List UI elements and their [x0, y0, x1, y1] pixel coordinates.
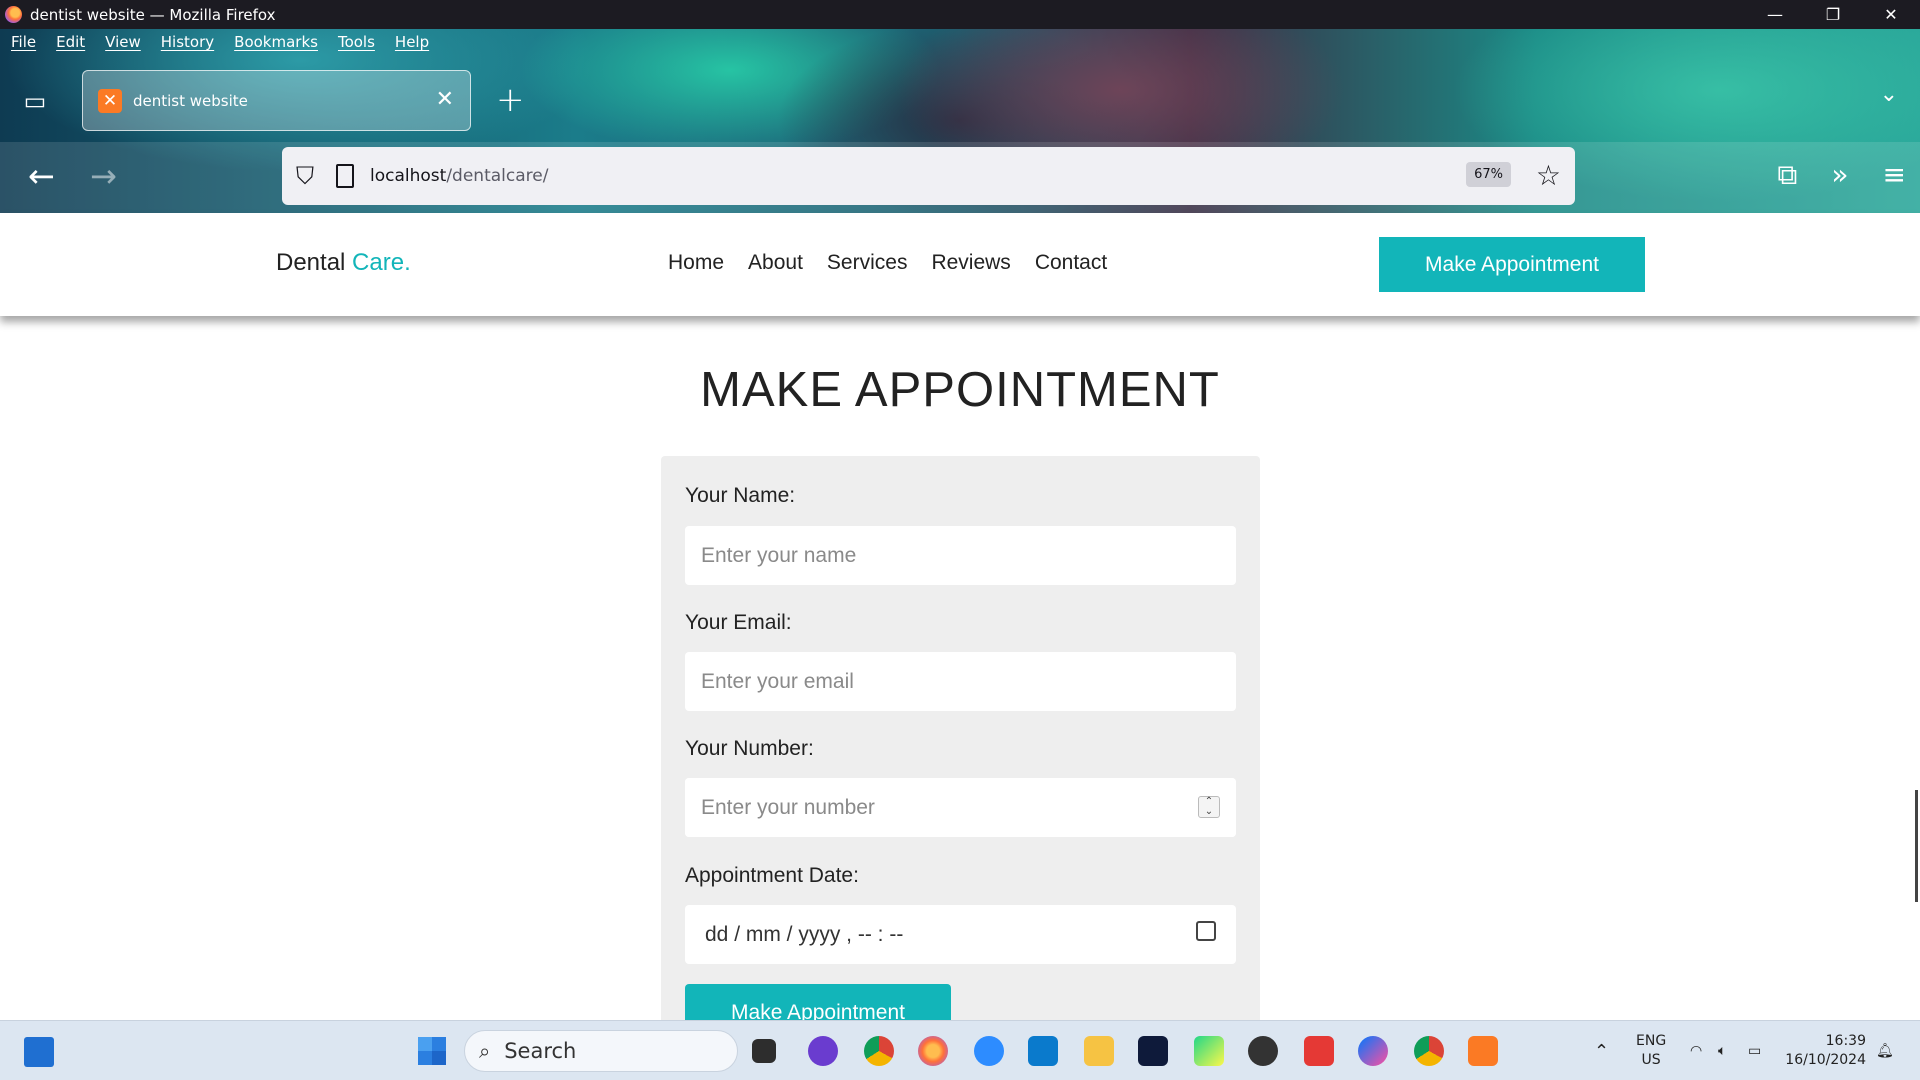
bookmark-star-icon[interactable]: ☆ [1536, 159, 1561, 192]
number-input[interactable] [685, 778, 1236, 837]
tab-strip: ▭ ✕ dentist website ✕ + ⌄ [0, 60, 1920, 142]
battery-icon[interactable]: ▭ [1748, 1021, 1761, 1080]
window-title: dentist website — Mozilla Firefox [30, 5, 276, 24]
toolbar-right: ⧉ » ≡ [1777, 158, 1906, 192]
taskbar-search[interactable]: ⌕ Search [464, 1030, 738, 1072]
close-window-button[interactable]: ✕ [1862, 0, 1920, 29]
appointment-form: Your Name: Your Email: Your Number: ⌃⌄ A… [661, 456, 1260, 1020]
browser-chrome: dentist website — Mozilla Firefox — ❐ ✕ … [0, 0, 1920, 213]
widgets-icon[interactable] [24, 1037, 54, 1067]
wifi-icon[interactable]: ◠ [1690, 1021, 1702, 1080]
copilot-app-icon[interactable] [808, 1036, 838, 1066]
obs-icon[interactable] [1248, 1036, 1278, 1066]
address-bar[interactable]: ⛉ localhost/dentalcare/ 67% ☆ [282, 147, 1575, 205]
title-bar: dentist website — Mozilla Firefox — ❐ ✕ [0, 0, 1920, 29]
submit-appointment-button[interactable]: Make Appointment [685, 984, 951, 1020]
navigation-toolbar: ← → ⛉ localhost/dentalcare/ 67% ☆ ⧉ » ≡ [0, 142, 1920, 213]
nav-about[interactable]: About [748, 251, 803, 275]
name-input[interactable] [685, 526, 1236, 585]
xampp-icon[interactable] [1468, 1036, 1498, 1066]
menu-bar: File Edit View History Bookmarks Tools H… [0, 29, 438, 55]
menu-view[interactable]: View [105, 33, 141, 51]
page-scrollbar[interactable] [1915, 790, 1918, 902]
windows-taskbar: ⌕ Search ⌃ ENG US ◠ 🔈︎ ▭ 16:39 16/10/202… [0, 1020, 1920, 1080]
vscode-icon[interactable] [1028, 1036, 1058, 1066]
list-all-tabs-icon[interactable]: ⌄ [1880, 82, 1898, 107]
zoom-icon[interactable] [974, 1036, 1004, 1066]
menu-bookmarks[interactable]: Bookmarks [234, 33, 318, 51]
date-input[interactable]: dd / mm / yyyy , -- : -- [685, 905, 1236, 964]
number-field: ⌃⌄ [685, 778, 1236, 837]
nav-home[interactable]: Home [668, 251, 724, 275]
nav-services[interactable]: Services [827, 251, 908, 275]
language-indicator[interactable]: ENG US [1636, 1032, 1666, 1070]
menu-history[interactable]: History [161, 33, 214, 51]
calendar-icon[interactable] [1196, 921, 1216, 941]
forward-arrow-icon[interactable]: → [90, 160, 117, 192]
xampp-favicon-icon: ✕ [98, 88, 122, 113]
page-info-icon[interactable] [336, 164, 354, 188]
email-input[interactable] [685, 652, 1236, 711]
menu-edit[interactable]: Edit [56, 33, 85, 51]
date-placeholder: dd / mm / yyyy , -- : -- [705, 922, 904, 946]
close-tab-icon[interactable]: ✕ [436, 87, 454, 112]
url-text[interactable]: localhost/dentalcare/ [370, 166, 548, 186]
hamburger-menu-icon[interactable]: ≡ [1883, 158, 1906, 192]
header-make-appointment-button[interactable]: Make Appointment [1379, 237, 1645, 292]
notifications-bell-icon[interactable]: 🔔︎ [1876, 1021, 1894, 1080]
tray-overflow-chevron-icon[interactable]: ⌃ [1594, 1021, 1609, 1080]
teamviewer-icon[interactable] [1138, 1036, 1168, 1066]
extensions-icon[interactable]: ⧉ [1777, 158, 1797, 192]
task-view-icon[interactable] [752, 1039, 776, 1063]
tab-dentist-website[interactable]: ✕ dentist website ✕ [82, 70, 471, 131]
chrome-icon[interactable] [864, 1036, 894, 1066]
date-label: Appointment Date: [685, 864, 859, 887]
email-label: Your Email: [685, 611, 792, 634]
firefox-icon [5, 6, 22, 23]
page-title: MAKE APPOINTMENT [700, 363, 1220, 417]
new-tab-button[interactable]: + [496, 80, 525, 120]
restore-button[interactable]: ❐ [1804, 0, 1862, 29]
site-header: Dental Care. Home About Services Reviews… [0, 213, 1920, 316]
minimize-button[interactable]: — [1746, 0, 1804, 29]
tab-title: dentist website [133, 91, 248, 110]
number-spinner-icon[interactable]: ⌃ ⌄ [1198, 796, 1220, 818]
menu-tools[interactable]: Tools [338, 33, 375, 51]
tracking-shield-icon[interactable]: ⛉ [296, 162, 314, 190]
appointment-section: MAKE APPOINTMENT Your Name: Your Email: … [0, 316, 1920, 1020]
volume-icon[interactable]: 🔈︎ [1718, 1021, 1726, 1080]
pycharm-icon[interactable] [1194, 1036, 1224, 1066]
site-logo[interactable]: Dental Care. [276, 249, 411, 277]
zoom-level-badge[interactable]: 67% [1466, 162, 1511, 187]
menu-file[interactable]: File [11, 33, 36, 51]
name-label: Your Name: [685, 484, 796, 507]
file-explorer-icon[interactable] [1084, 1036, 1114, 1066]
back-arrow-icon[interactable]: ← [28, 160, 55, 192]
menu-help[interactable]: Help [395, 33, 429, 51]
site-nav: Home About Services Reviews Contact [668, 251, 1107, 275]
firefox-view-icon[interactable]: ▭ [18, 84, 52, 118]
chrome-profile-icon[interactable] [1414, 1036, 1444, 1066]
window-controls: — ❐ ✕ [1746, 0, 1920, 29]
overflow-chevron-icon[interactable]: » [1831, 158, 1848, 192]
firefox-taskbar-icon[interactable] [918, 1036, 948, 1066]
number-label: Your Number: [685, 737, 814, 760]
anydesk-icon[interactable] [1304, 1036, 1334, 1066]
search-icon: ⌕ [479, 1039, 491, 1063]
taskbar-search-label: Search [504, 1039, 577, 1063]
nav-contact[interactable]: Contact [1035, 251, 1107, 275]
nav-reviews[interactable]: Reviews [931, 251, 1010, 275]
clock[interactable]: 16:39 16/10/2024 [1785, 1032, 1866, 1070]
start-windows-icon[interactable] [418, 1037, 446, 1065]
messenger-icon[interactable] [1358, 1036, 1388, 1066]
